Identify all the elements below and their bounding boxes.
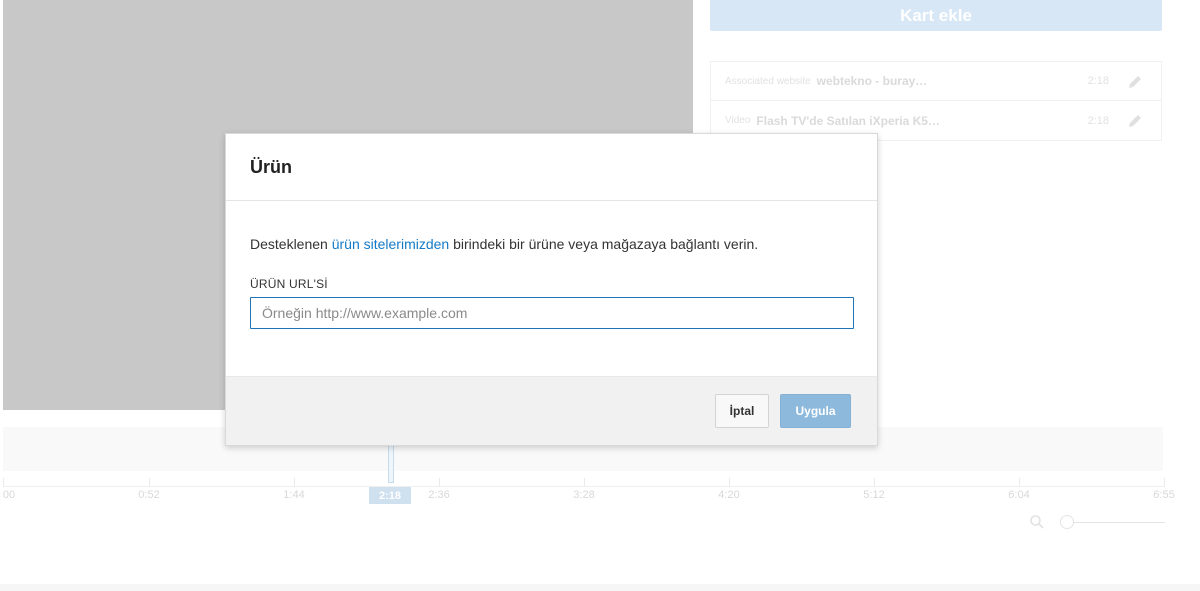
card-type: Video (725, 115, 751, 126)
description-text: birindeki bir ürüne veya mağazaya bağlan… (449, 236, 759, 252)
timeline-tick (874, 478, 875, 486)
url-field-label: ÜRÜN URL'Sİ (250, 277, 328, 291)
pencil-icon[interactable] (1127, 74, 1143, 90)
product-card-dialog: Ürün Desteklenen ürün sitelerimizden bir… (225, 133, 878, 446)
zoom-slider-thumb[interactable] (1060, 515, 1074, 529)
timeline-axis (3, 486, 1165, 487)
card-title: Flash TV'de Satılan iXperia K5… (756, 113, 940, 128)
timeline-tick-label: 3:28 (573, 489, 595, 501)
dialog-description: Desteklenen ürün sitelerimizden birindek… (250, 235, 853, 253)
timeline-tick-label: 6:55 (1153, 489, 1175, 501)
timeline-tick (149, 478, 150, 486)
timeline-tick-label: 5:12 (863, 489, 885, 501)
card-title: webtekno - buray… (816, 74, 928, 88)
card-type: Associated website (725, 75, 811, 87)
add-card-button[interactable]: Kart ekle (710, 0, 1162, 31)
card-time: 2:18 (1087, 75, 1109, 87)
timeline-tick-label: 6:04 (1008, 489, 1030, 501)
cards-list: Associated website webtekno - buray… 2:1… (710, 61, 1162, 141)
cancel-button[interactable]: İptal (715, 394, 769, 428)
timeline-tick (729, 478, 730, 486)
timeline-tick-label: 4:20 (718, 489, 740, 501)
product-sites-link[interactable]: ürün sitelerimizden (332, 236, 450, 252)
timeline-tick-label: 1:44 (283, 489, 305, 501)
description-text: Desteklenen (250, 236, 332, 252)
timeline-tick (1164, 478, 1165, 486)
timeline-tick (294, 478, 295, 486)
timeline-tick-label: 0:52 (138, 489, 160, 501)
timeline-tick-label: 00 (2, 489, 16, 501)
magnifier-icon (1030, 515, 1044, 529)
timeline-tick (3, 478, 4, 486)
product-url-input[interactable] (250, 297, 854, 329)
playhead-handle[interactable] (388, 445, 394, 483)
card-editor-page: Kart ekle Associated website webtekno - … (0, 0, 1200, 591)
timeline-tick (1019, 478, 1020, 486)
card-time: 2:18 (1087, 114, 1109, 127)
card-item-associated-website[interactable]: Associated website webtekno - buray… 2:1… (711, 62, 1161, 101)
dialog-title: Ürün (250, 156, 292, 177)
timeline-tick (584, 478, 585, 486)
dialog-header: Ürün (226, 134, 877, 201)
apply-button[interactable]: Uygula (780, 394, 851, 428)
timeline-tick (439, 478, 440, 486)
timeline-tick-label: 2:36 (428, 489, 450, 501)
playhead-time[interactable]: 2:18 (369, 487, 411, 504)
footer-strip (0, 584, 1200, 591)
zoom-slider-track[interactable] (1068, 522, 1165, 523)
dialog-body: Desteklenen ürün sitelerimizden birindek… (226, 201, 877, 377)
dialog-footer: İptal Uygula (226, 376, 877, 445)
pencil-icon[interactable] (1127, 113, 1143, 129)
